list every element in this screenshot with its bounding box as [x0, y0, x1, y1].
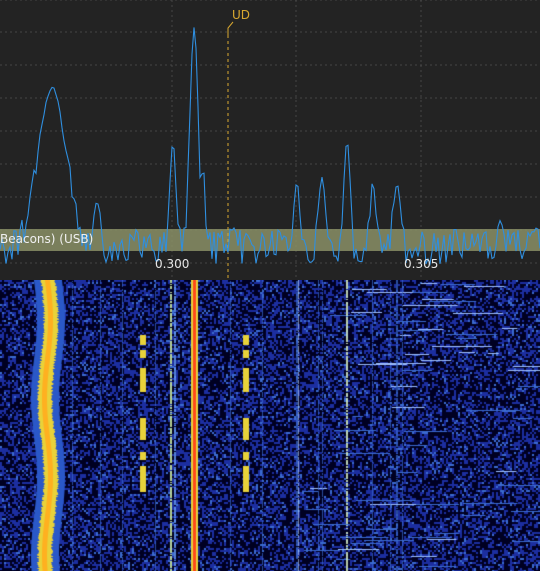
spectrum-panel[interactable]: UD Beacons) (USB) 0.300 0.305 — [0, 0, 540, 280]
frequency-tick-label: 0.305 — [404, 257, 439, 271]
marker-label: UD — [232, 8, 251, 22]
band-label: Beacons) (USB) — [0, 232, 94, 246]
marker-flag — [227, 21, 234, 35]
frequency-tick-label: 0.300 — [155, 257, 190, 271]
waterfall-canvas[interactable] — [0, 280, 540, 571]
spectrum-trace — [0, 27, 540, 266]
waterfall-display[interactable] — [0, 280, 540, 571]
